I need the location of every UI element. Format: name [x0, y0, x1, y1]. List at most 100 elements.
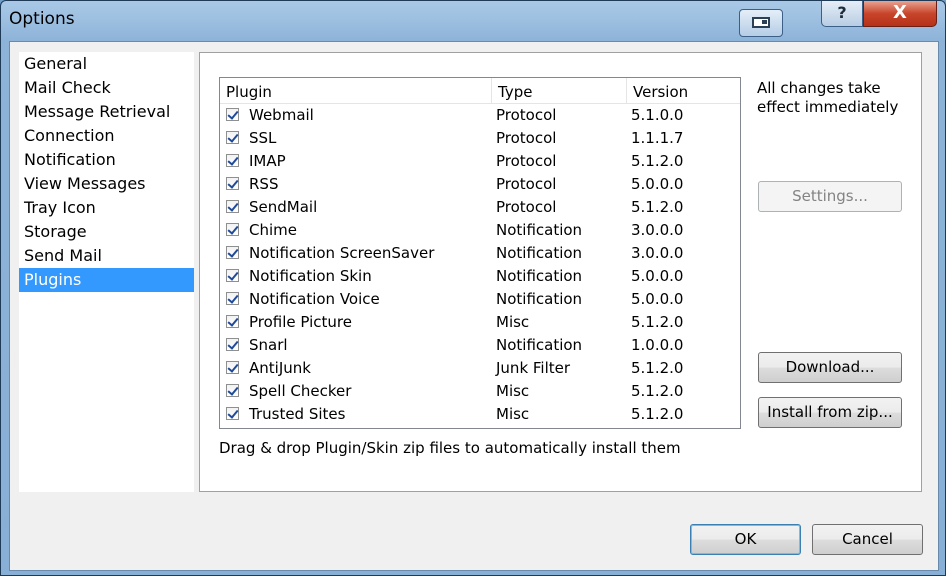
plugin-version: 3.0.0.0: [631, 244, 684, 262]
plugin-name: Snarl: [249, 336, 288, 354]
plugin-version: 5.1.2.0: [631, 152, 684, 170]
column-header-type[interactable]: Type: [492, 78, 627, 103]
plugin-enabled-checkbox[interactable]: [226, 108, 239, 121]
plugin-name: SendMail: [249, 198, 318, 216]
plugin-version: 5.1.2.0: [631, 313, 684, 331]
dialog-client-area: General Mail Check Message Retrieval Con…: [9, 41, 939, 571]
plugin-name: Spell Checker: [249, 382, 352, 400]
column-header-version[interactable]: Version: [627, 78, 740, 103]
plugin-row[interactable]: Webmail Protocol 5.1.0.0: [220, 104, 740, 127]
nav-item-send-mail[interactable]: Send Mail: [19, 244, 194, 268]
plugin-version: 5.1.2.0: [631, 198, 684, 216]
titlebar-extra-button[interactable]: [739, 9, 783, 37]
plugin-row[interactable]: Notification Voice Notification 5.0.0.0: [220, 288, 740, 311]
plugin-version: 1.0.0.0: [631, 336, 684, 354]
download-button[interactable]: Download...: [758, 352, 902, 383]
plugin-enabled-checkbox[interactable]: [226, 407, 239, 420]
plugin-row[interactable]: Notification Skin Notification 5.0.0.0: [220, 265, 740, 288]
plugin-name: Profile Picture: [249, 313, 352, 331]
plugin-enabled-checkbox[interactable]: [226, 200, 239, 213]
plugin-version: 5.0.0.0: [631, 290, 684, 308]
plugin-name: IMAP: [249, 152, 286, 170]
plugin-name: Webmail: [249, 106, 314, 124]
cancel-button[interactable]: Cancel: [812, 524, 923, 555]
nav-item-notification[interactable]: Notification: [19, 148, 194, 172]
plugin-row[interactable]: Trusted Sites Misc 5.1.2.0: [220, 403, 740, 426]
plugin-version: 3.0.0.0: [631, 221, 684, 239]
plugin-name: Notification Skin: [249, 267, 372, 285]
plugin-enabled-checkbox[interactable]: [226, 384, 239, 397]
plugin-type: Notification: [496, 267, 583, 285]
plugin-name: SSL: [249, 129, 277, 147]
plugin-type: Misc: [496, 382, 530, 400]
monitor-icon: [752, 17, 770, 28]
changes-note: All changes take effect immediately: [757, 79, 899, 116]
plugins-panel: Plugin Type Version Webmail Protocol 5.1.0…: [199, 52, 922, 492]
plugin-version: 5.0.0.0: [631, 175, 684, 193]
plugins-list-header: Plugin Type Version: [220, 78, 740, 104]
plugin-enabled-checkbox[interactable]: [226, 246, 239, 259]
plugins-list[interactable]: Plugin Type Version Webmail Protocol 5.1.0…: [219, 77, 741, 429]
help-button[interactable]: ?: [821, 1, 863, 27]
plugin-name: Notification Voice: [249, 290, 380, 308]
plugin-name: Notification ScreenSaver: [249, 244, 435, 262]
plugin-row[interactable]: Spell Checker Misc 5.1.2.0: [220, 380, 740, 403]
plugin-version: 1.1.1.7: [631, 129, 684, 147]
plugin-row[interactable]: Profile Picture Misc 5.1.2.0: [220, 311, 740, 334]
plugin-name: Chime: [249, 221, 297, 239]
plugin-type: Junk Filter: [496, 359, 571, 377]
plugins-list-body: Webmail Protocol 5.1.0.0 SSL Protocol 1.1.1.7…: [220, 104, 740, 426]
plugin-version: 5.1.2.0: [631, 382, 684, 400]
plugin-type: Protocol: [496, 106, 557, 124]
plugin-name: RSS: [249, 175, 279, 193]
nav-item-connection[interactable]: Connection: [19, 124, 194, 148]
install-from-zip-button[interactable]: Install from zip...: [758, 397, 902, 428]
plugin-type: Notification: [496, 244, 583, 262]
plugin-name: Trusted Sites: [249, 405, 346, 423]
nav-item-storage[interactable]: Storage: [19, 220, 194, 244]
nav-item-tray-icon[interactable]: Tray Icon: [19, 196, 194, 220]
close-button[interactable]: X: [863, 1, 937, 27]
plugin-row[interactable]: SendMail Protocol 5.1.2.0: [220, 196, 740, 219]
plugin-type: Misc: [496, 313, 530, 331]
nav-item-plugins[interactable]: Plugins: [19, 268, 194, 292]
ok-button[interactable]: OK: [690, 524, 801, 555]
plugin-row[interactable]: Snarl Notification 1.0.0.0: [220, 334, 740, 357]
plugin-enabled-checkbox[interactable]: [226, 131, 239, 144]
plugin-enabled-checkbox[interactable]: [226, 338, 239, 351]
nav-item-view-messages[interactable]: View Messages: [19, 172, 194, 196]
plugin-row[interactable]: Chime Notification 3.0.0.0: [220, 219, 740, 242]
plugin-row[interactable]: AntiJunk Junk Filter 5.1.2.0: [220, 357, 740, 380]
plugin-row[interactable]: RSS Protocol 5.0.0.0: [220, 173, 740, 196]
plugin-row[interactable]: Notification ScreenSaver Notification 3.0.…: [220, 242, 740, 265]
column-header-plugin[interactable]: Plugin: [220, 78, 492, 103]
plugin-type: Notification: [496, 336, 583, 354]
plugin-type: Misc: [496, 405, 530, 423]
nav-item-mail-check[interactable]: Mail Check: [19, 76, 194, 100]
plugin-row[interactable]: SSL Protocol 1.1.1.7: [220, 127, 740, 150]
plugin-enabled-checkbox[interactable]: [226, 361, 239, 374]
plugin-enabled-checkbox[interactable]: [226, 292, 239, 305]
drag-drop-hint: Drag & drop Plugin/Skin zip files to aut…: [219, 439, 681, 457]
window-title: Options: [9, 9, 75, 29]
plugin-enabled-checkbox[interactable]: [226, 269, 239, 282]
plugin-type: Notification: [496, 290, 583, 308]
nav-item-message-retrieval[interactable]: Message Retrieval: [19, 100, 194, 124]
plugin-version: 5.0.0.0: [631, 267, 684, 285]
plugin-name: AntiJunk: [249, 359, 311, 377]
plugin-enabled-checkbox[interactable]: [226, 177, 239, 190]
plugin-type: Protocol: [496, 129, 557, 147]
options-category-list: General Mail Check Message Retrieval Con…: [19, 52, 194, 492]
plugin-row[interactable]: IMAP Protocol 5.1.2.0: [220, 150, 740, 173]
plugin-type: Protocol: [496, 175, 557, 193]
plugin-version: 5.1.2.0: [631, 405, 684, 423]
plugin-enabled-checkbox[interactable]: [226, 154, 239, 167]
settings-button[interactable]: Settings...: [758, 181, 902, 212]
nav-item-general[interactable]: General: [19, 52, 194, 76]
plugin-type: Notification: [496, 221, 583, 239]
plugin-version: 5.1.0.0: [631, 106, 684, 124]
plugin-type: Protocol: [496, 152, 557, 170]
plugin-enabled-checkbox[interactable]: [226, 315, 239, 328]
plugin-version: 5.1.2.0: [631, 359, 684, 377]
plugin-enabled-checkbox[interactable]: [226, 223, 239, 236]
